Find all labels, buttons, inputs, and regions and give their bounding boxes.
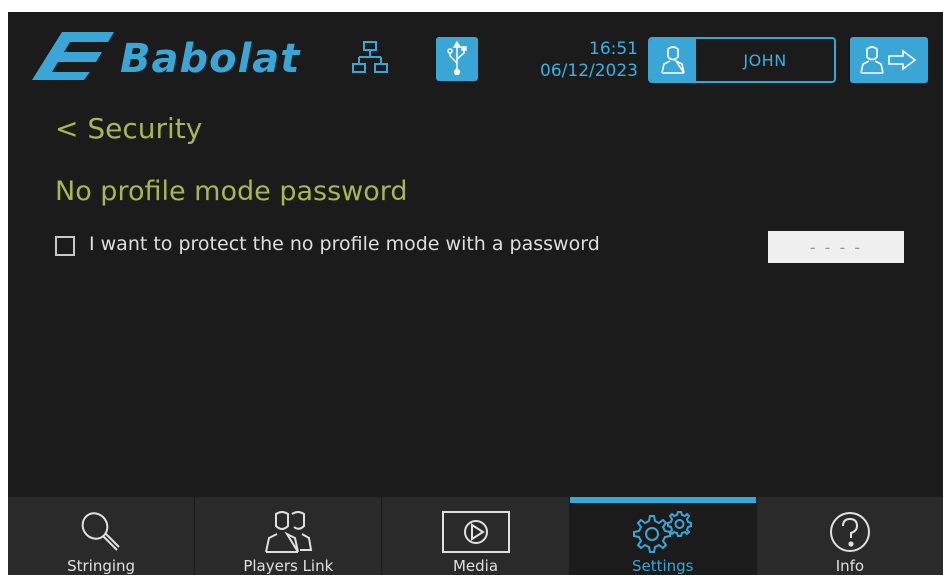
nav-label-stringing: Stringing	[67, 557, 136, 575]
network-icon	[352, 41, 388, 73]
nav-item-media[interactable]: Media	[382, 497, 570, 575]
protect-password-label[interactable]: I want to protect the no profile mode wi…	[89, 233, 600, 255]
protect-password-checkbox[interactable]	[55, 236, 75, 256]
clock: 16:51 06/12/2023	[508, 38, 638, 82]
nav-label-info: Info	[835, 557, 865, 575]
user-icon-box	[650, 39, 696, 81]
players-icon	[265, 510, 313, 553]
logout-button[interactable]	[850, 37, 928, 83]
user-profile-button[interactable]: JOHN	[648, 37, 836, 83]
usb-button[interactable]	[436, 37, 478, 81]
nav-item-stringing[interactable]: Stringing	[8, 497, 196, 575]
nav-label-players-link: Players Link	[243, 557, 334, 575]
back-button-security[interactable]: < Security	[55, 112, 202, 145]
device-screen	[8, 12, 943, 575]
nav-item-settings[interactable]: Settings	[569, 497, 757, 575]
racket-icon	[81, 511, 120, 551]
babolat-logo: Babolat	[32, 32, 301, 82]
nav-label-media: Media	[452, 557, 499, 575]
user-logout-icon	[860, 46, 917, 74]
nav-item-info[interactable]: Info	[756, 497, 943, 575]
gears-icon	[632, 510, 692, 553]
nav-item-players-link[interactable]: Players Link	[195, 497, 383, 575]
date-display: 06/12/2023	[540, 61, 638, 81]
help-icon	[829, 511, 870, 552]
section-title: No profile mode password	[55, 176, 408, 207]
bottom-nav: Stringing Players Link Media Settings In…	[8, 497, 943, 575]
usb-icon	[447, 41, 467, 76]
brand-wordmark: Babolat	[120, 36, 301, 82]
password-input[interactable]: - - - -	[768, 231, 904, 263]
user-name: JOHN	[743, 50, 787, 70]
user-icon	[661, 46, 685, 74]
play-icon	[441, 510, 510, 553]
time-display: 16:51	[589, 39, 638, 59]
nav-label-settings: Settings	[631, 557, 694, 575]
